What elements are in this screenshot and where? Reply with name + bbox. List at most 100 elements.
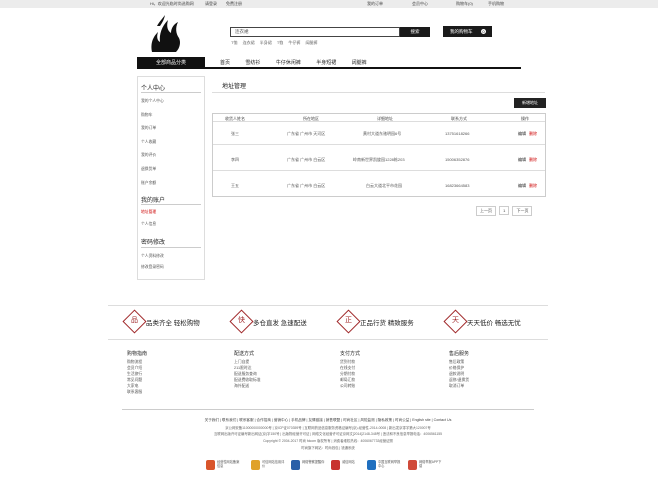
- recipient-name: 王五: [231, 183, 239, 188]
- police-badge-icon: [291, 460, 300, 470]
- add-address-button[interactable]: 新增地址: [514, 98, 546, 108]
- hotword-link[interactable]: 连衣裙: [243, 40, 255, 45]
- promo-text: 正品行货 精致服务: [360, 320, 414, 327]
- sidebar-item[interactable]: 个人信息: [141, 222, 156, 227]
- sidebar-item[interactable]: 账户余额: [141, 181, 156, 186]
- trust-badge-label: 可信网站信用评价: [262, 460, 285, 468]
- column-header: 操作: [521, 116, 529, 121]
- hotword-link[interactable]: T恤: [231, 40, 237, 45]
- footer-links[interactable]: 关于我们 | 联系我们 | 联系客服 | 合作招商 | 营销中心 | 手机品牌 …: [108, 418, 548, 423]
- footer-column-title: 购物指南: [127, 351, 148, 357]
- delete-link[interactable]: 删除: [529, 131, 537, 136]
- sidebar-item[interactable]: 我的评价: [141, 153, 156, 158]
- trust-badge[interactable]: 经营性网站备案信息: [206, 459, 242, 471]
- hotword-link[interactable]: 牛仔裤: [288, 40, 300, 45]
- sidebar-item[interactable]: 购物车: [141, 113, 152, 118]
- delete-link[interactable]: 删除: [529, 157, 537, 162]
- recipient-region: 广东省 广州市 白云区: [287, 183, 326, 188]
- report-center-icon: [367, 460, 376, 470]
- column-header: 联系方式: [451, 116, 467, 121]
- trust-badge[interactable]: 可信网站信用评价: [251, 459, 287, 471]
- account-sidebar: 个人中心 我的个人中心 购物车 我的订单 个人收藏 我的评价 退换货单 账户余额…: [137, 76, 205, 280]
- trust-badge[interactable]: 中国互联网举报中心: [367, 459, 403, 471]
- member-center-link[interactable]: 会员中心: [412, 1, 428, 7]
- sidebar-item[interactable]: 个人收藏: [141, 140, 156, 145]
- main-nav: 首页 雪纺衫 牛仔休闲裤 半身短裙 阔腿裤: [220, 59, 381, 66]
- recipient-region: 广东省 广州市 天河区: [287, 131, 326, 136]
- promo-badge-icon: 正: [336, 309, 361, 334]
- login-link[interactable]: 请登录: [205, 1, 217, 7]
- trust-badge[interactable]: 诚信网站: [331, 459, 367, 471]
- edit-link[interactable]: 编辑: [518, 157, 526, 162]
- footer-link[interactable]: 取消订单: [449, 383, 509, 389]
- trust-badge-label: 诚信网站: [342, 460, 355, 464]
- register-link[interactable]: 免费注册: [226, 1, 242, 7]
- trust-badge[interactable]: 网络警察提醒你: [291, 459, 327, 471]
- trust-badge-label: 中国互联网举报中心: [378, 460, 401, 468]
- top-bar: Hi，欢迎光临时尚选购网 请登录 免费注册 我的订单 会员中心 购物车(0) 手…: [0, 0, 658, 8]
- sidebar-divider: [141, 92, 201, 93]
- recipient-address: 白云大道北平市花园: [366, 183, 402, 188]
- site-logo[interactable]: [148, 14, 182, 52]
- sidebar-item[interactable]: 我的订单: [141, 126, 156, 131]
- table-row: 张三 广东省 广州市 天河区 黄村大道东驰明园6号 13751618266 编辑…: [213, 123, 545, 145]
- nav-item-skirts[interactable]: 半身短裙: [316, 59, 336, 66]
- footer-column: 支付方式 货到付款 在线支付 分期付款 邮局汇款 公司转账: [340, 350, 400, 389]
- all-categories-button[interactable]: 全部商品分类: [137, 57, 205, 69]
- hotword-link[interactable]: 阔腿裤: [306, 40, 318, 45]
- table-header: 收货人姓名 所在地区 详细地址 联系方式 操作: [213, 114, 545, 122]
- hotword-link[interactable]: T恤: [277, 40, 283, 45]
- footer-column: 购物指南 购物流程 会员介绍 生活旅行 常见问题 大家电 联系客服: [127, 350, 187, 395]
- sidebar-item[interactable]: 我的个人中心: [141, 99, 164, 104]
- nav-item-jeans[interactable]: 牛仔休闲裤: [276, 59, 301, 66]
- next-page-button[interactable]: 下一页: [512, 206, 533, 216]
- footer-link[interactable]: 联系客服: [127, 389, 187, 395]
- sidebar-section-title: 我的账户: [141, 198, 166, 204]
- search-button[interactable]: 搜索: [400, 27, 430, 37]
- nav-item-chiffon[interactable]: 雪纺衫: [245, 59, 260, 66]
- pagination: 上一页 1 下一页: [474, 206, 533, 216]
- trust-badge[interactable]: 网络举报APP下载: [408, 459, 444, 471]
- sidebar-item[interactable]: 退换货单: [141, 167, 156, 172]
- sidebar-item-address[interactable]: 地址管理: [141, 210, 156, 215]
- copyright-text: Copyright © 2004-2017 时尚 fdcom 版权所有 | 消费…: [263, 439, 393, 443]
- sidebar-divider: [141, 247, 201, 248]
- sidebar-section-title: 密码修改: [141, 240, 166, 246]
- sister-sites-text: 时尚旗下网站：时尚钱包 | 钱通系统: [301, 446, 355, 450]
- nav-item-home[interactable]: 首页: [220, 59, 230, 66]
- current-page[interactable]: 1: [499, 206, 510, 215]
- recipient-name: 李四: [231, 157, 239, 162]
- footer-link[interactable]: 公司转账: [340, 383, 400, 389]
- cart-button-label: 我的购物车: [450, 29, 473, 34]
- hotword-link[interactable]: 半身裙: [260, 40, 272, 45]
- recipient-phone: 16823664583: [445, 183, 470, 188]
- shield-badge-icon: [206, 460, 215, 470]
- prev-page-button[interactable]: 上一页: [476, 206, 496, 216]
- recipient-phone: 15006352876: [445, 157, 470, 162]
- mobile-link[interactable]: 手机购物: [488, 1, 504, 7]
- footer-link[interactable]: 海外配送: [234, 383, 294, 389]
- recipient-address: 黄村大道东驰明园6号: [363, 131, 402, 136]
- footer-divider: [122, 409, 534, 410]
- recipient-name: 张三: [231, 131, 239, 136]
- welcome-text: Hi，欢迎光临时尚选购网: [150, 1, 194, 6]
- edit-link[interactable]: 编辑: [518, 131, 526, 136]
- sidebar-item[interactable]: 修改登录密码: [141, 265, 164, 270]
- promo-divider: [108, 339, 548, 340]
- sidebar-item[interactable]: 个人资料修改: [141, 254, 164, 259]
- promo-badge-icon: 快: [229, 309, 254, 334]
- promo-badge-icon: 品: [122, 309, 147, 334]
- edit-link[interactable]: 编辑: [518, 183, 526, 188]
- promo-text: 品类齐全 轻松购物: [146, 320, 200, 327]
- nav-item-wide-pants[interactable]: 阔腿裤: [352, 59, 367, 66]
- flame-logo-icon: [151, 15, 180, 52]
- topbar-cart-link[interactable]: 购物车(0): [456, 1, 473, 7]
- promo-text: 多仓直发 急速配送: [253, 320, 307, 327]
- search-input[interactable]: 连衣裙: [230, 27, 400, 37]
- promo-badge-icon: 天: [443, 309, 468, 334]
- cart-button[interactable]: 我的购物车 0: [443, 26, 492, 37]
- page-title: 地址管理: [222, 84, 247, 90]
- my-orders-link[interactable]: 我的订单: [367, 1, 383, 7]
- recipient-phone: 13751618266: [445, 131, 470, 136]
- delete-link[interactable]: 删除: [529, 183, 537, 188]
